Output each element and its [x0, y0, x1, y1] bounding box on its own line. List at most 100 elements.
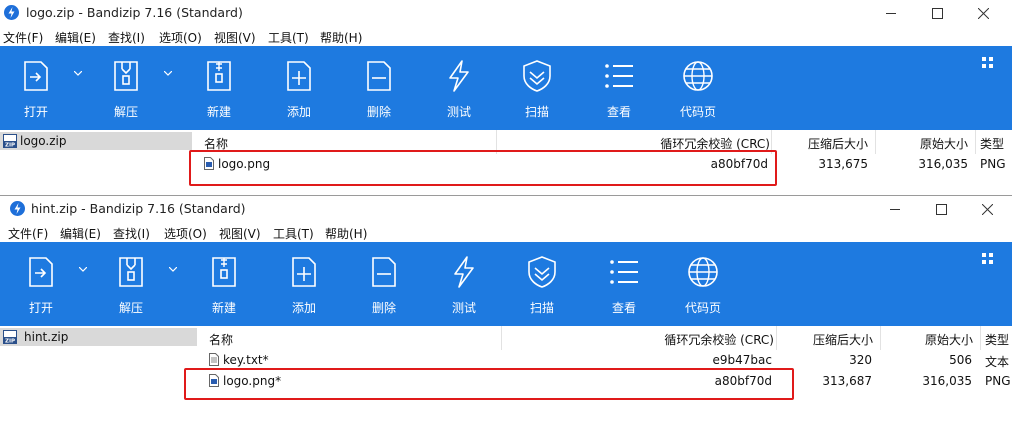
toolbar-button-label: 查看	[606, 105, 631, 119]
column-original[interactable]: 原始大小	[925, 331, 973, 348]
column-original[interactable]: 原始大小	[920, 135, 968, 152]
delete-icon	[362, 59, 396, 93]
minimize-button[interactable]	[868, 0, 914, 26]
tree-item-label: logo.zip	[20, 134, 67, 148]
chevron-down-icon[interactable]	[78, 264, 88, 275]
toolbar-button-extract[interactable]: 解压	[100, 242, 162, 326]
toolbar-button-test[interactable]: 测试	[433, 242, 495, 326]
folder-tree: ZIP logo.zip	[0, 130, 192, 196]
menu-options[interactable]: 选项(O)	[164, 225, 207, 242]
tree-item-label: hint.zip	[24, 330, 69, 344]
toolbar-button-new-archive[interactable]: 新建	[193, 242, 255, 326]
tree-item-archive[interactable]: ZIP hint.zip	[0, 328, 197, 346]
toolbar-button-open[interactable]: 打开	[5, 46, 67, 130]
file-name: key.txt*	[223, 353, 269, 367]
menu-help[interactable]: 帮助(H)	[320, 29, 362, 46]
toolbar-button-test[interactable]: 测试	[428, 46, 490, 130]
table-row[interactable]: key.txt* e9b47bac 320 506 文本	[199, 350, 1012, 370]
column-type[interactable]: 类型	[980, 135, 1004, 152]
svg-text:ZIP: ZIP	[5, 338, 15, 344]
menu-file[interactable]: 文件(F)	[8, 225, 48, 242]
file-type: 文本	[985, 355, 1010, 369]
main-area: ZIP logo.zip 名称 循环冗余校验 (CRC) 压缩后大小 原始大小 …	[0, 130, 1012, 196]
menu-view[interactable]: 视图(V)	[219, 225, 261, 242]
toolbar-button-open[interactable]: 打开	[10, 242, 72, 326]
toolbar-button-label: 新建	[211, 301, 236, 315]
toolbar-button-add[interactable]: 添加	[273, 242, 335, 326]
text-file-icon	[209, 353, 219, 366]
toolbar-button-label: 打开	[28, 301, 53, 315]
close-button[interactable]	[964, 196, 1010, 222]
add-icon	[287, 255, 321, 289]
tree-item-archive[interactable]: ZIP logo.zip	[0, 132, 192, 150]
view-icon	[607, 255, 641, 289]
menu-find[interactable]: 查找(I)	[108, 29, 145, 46]
menu-tools[interactable]: 工具(T)	[268, 29, 309, 46]
toolbar-button-codepage[interactable]: 代码页	[667, 46, 729, 130]
file-original-size: 316,035	[922, 374, 972, 388]
column-compressed[interactable]: 压缩后大小	[808, 135, 868, 152]
toolbar-button-scan[interactable]: 扫描	[511, 242, 573, 326]
maximize-icon	[931, 7, 943, 19]
chevron-down-icon[interactable]	[168, 264, 178, 275]
minimize-button[interactable]	[872, 196, 918, 222]
test-icon	[442, 59, 476, 93]
toolbar-button-label: 扫描	[524, 105, 549, 119]
maximize-button[interactable]	[918, 196, 964, 222]
title-bar[interactable]: logo.zip - Bandizip 7.16 (Standard)	[0, 0, 1012, 26]
toolbar-button-view[interactable]: 查看	[588, 46, 650, 130]
toolbar-button-codepage[interactable]: 代码页	[672, 242, 734, 326]
test-icon	[447, 255, 481, 289]
column-name[interactable]: 名称	[209, 331, 233, 348]
maximize-icon	[935, 203, 947, 215]
toolbar-button-view[interactable]: 查看	[593, 242, 655, 326]
layout-grid-icon[interactable]	[982, 253, 994, 268]
close-icon	[977, 7, 989, 19]
toolbar-button-scan[interactable]: 扫描	[506, 46, 568, 130]
toolbar-button-label: 添加	[291, 301, 316, 315]
menu-bar: 文件(F) 编辑(E) 查找(I) 选项(O) 视图(V) 工具(T) 帮助(H…	[0, 26, 1012, 46]
window-title: logo.zip - Bandizip 7.16 (Standard)	[26, 5, 243, 20]
bandizip-window-hint: hint.zip - Bandizip 7.16 (Standard) 文件(F…	[0, 195, 1012, 423]
chevron-down-icon[interactable]	[73, 68, 83, 79]
menu-help[interactable]: 帮助(H)	[325, 225, 367, 242]
main-area: ZIP hint.zip 名称 循环冗余校验 (CRC) 压缩后大小 原始大小 …	[0, 326, 1012, 423]
toolbar: 打开 解压 新建 添加 删除 测试 扫描 查看 代码页	[0, 242, 1012, 326]
toolbar-button-label: 扫描	[529, 301, 554, 315]
maximize-button[interactable]	[914, 0, 960, 26]
layout-grid-icon[interactable]	[982, 57, 994, 72]
toolbar-button-label: 删除	[366, 105, 391, 119]
column-crc[interactable]: 循环冗余校验 (CRC)	[664, 331, 774, 348]
menu-edit[interactable]: 编辑(E)	[55, 29, 96, 46]
file-compressed-size: 313,675	[818, 157, 868, 171]
file-type: PNG	[985, 374, 1011, 388]
close-button[interactable]	[960, 0, 1006, 26]
menu-view[interactable]: 视图(V)	[214, 29, 256, 46]
toolbar-button-delete[interactable]: 删除	[353, 242, 415, 326]
column-type[interactable]: 类型	[985, 331, 1009, 348]
view-icon	[602, 59, 636, 93]
menu-file[interactable]: 文件(F)	[3, 29, 43, 46]
column-compressed[interactable]: 压缩后大小	[813, 331, 873, 348]
add-icon	[282, 59, 316, 93]
toolbar: 打开 解压 新建 添加 删除 测试 扫描 查看 代码页	[0, 46, 1012, 130]
toolbar-button-delete[interactable]: 删除	[348, 46, 410, 130]
chevron-down-icon[interactable]	[163, 68, 173, 79]
extract-icon	[114, 255, 148, 289]
menu-edit[interactable]: 编辑(E)	[60, 225, 101, 242]
bandizip-app-icon	[10, 201, 25, 216]
toolbar-button-new-archive[interactable]: 新建	[188, 46, 250, 130]
toolbar-button-add[interactable]: 添加	[268, 46, 330, 130]
new-archive-icon	[207, 255, 241, 289]
file-crc: e9b47bac	[712, 353, 772, 367]
codepage-icon	[686, 255, 720, 289]
menu-find[interactable]: 查找(I)	[113, 225, 150, 242]
codepage-icon	[681, 59, 715, 93]
menu-bar: 文件(F) 编辑(E) 查找(I) 选项(O) 视图(V) 工具(T) 帮助(H…	[0, 222, 1012, 242]
toolbar-button-extract[interactable]: 解压	[95, 46, 157, 130]
title-bar[interactable]: hint.zip - Bandizip 7.16 (Standard)	[0, 196, 1012, 222]
folder-tree: ZIP hint.zip	[0, 326, 197, 423]
toolbar-button-label: 解压	[118, 301, 143, 315]
menu-options[interactable]: 选项(O)	[159, 29, 202, 46]
menu-tools[interactable]: 工具(T)	[273, 225, 314, 242]
